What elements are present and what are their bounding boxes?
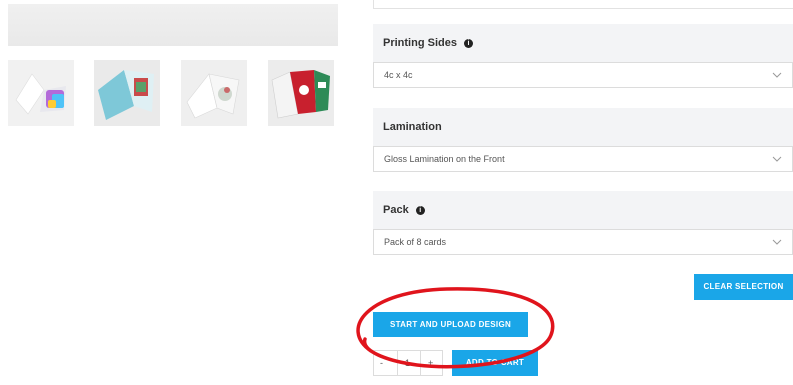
previous-option-box <box>373 0 793 9</box>
product-thumbnail-3[interactable] <box>181 60 247 126</box>
quantity-decrease-button[interactable]: - <box>380 358 383 368</box>
product-thumbnail-2[interactable] <box>94 60 160 126</box>
select-printing-sides[interactable]: 4c x 4c <box>373 62 793 88</box>
option-header-lamination: Lamination <box>373 108 793 148</box>
quantity-input[interactable]: 1 <box>405 358 410 368</box>
quantity-divider <box>420 351 421 375</box>
product-thumbnail-1[interactable] <box>8 60 74 126</box>
select-pack-value: Pack of 8 cards <box>384 237 447 247</box>
option-label-printing-sides: Printing Sides <box>383 37 457 49</box>
info-icon[interactable]: i <box>463 39 473 48</box>
add-to-cart-button[interactable]: ADD TO CART <box>452 350 538 376</box>
option-label-pack: Pack <box>383 204 409 216</box>
select-lamination[interactable]: Gloss Lamination on the Front <box>373 146 793 172</box>
info-icon[interactable]: i <box>415 206 425 215</box>
quantity-stepper: - 1 + <box>373 350 443 376</box>
select-lamination-value: Gloss Lamination on the Front <box>384 154 505 164</box>
quantity-divider <box>397 351 398 375</box>
start-and-upload-design-button[interactable]: START AND UPLOAD DESIGN <box>373 312 528 337</box>
select-printing-sides-value: 4c x 4c <box>384 70 413 80</box>
chevron-down-icon <box>772 239 782 245</box>
select-pack[interactable]: Pack of 8 cards <box>373 229 793 255</box>
product-thumbnail-4[interactable] <box>268 60 334 126</box>
option-header-printing-sides: Printing Sides i <box>373 24 793 64</box>
option-header-pack: Pack i <box>373 191 793 231</box>
option-label-lamination: Lamination <box>383 121 442 133</box>
quantity-increase-button[interactable]: + <box>428 358 433 368</box>
product-main-image <box>8 4 338 46</box>
chevron-down-icon <box>772 72 782 78</box>
clear-selection-button[interactable]: CLEAR SELECTION <box>694 274 793 300</box>
chevron-down-icon <box>772 156 782 162</box>
